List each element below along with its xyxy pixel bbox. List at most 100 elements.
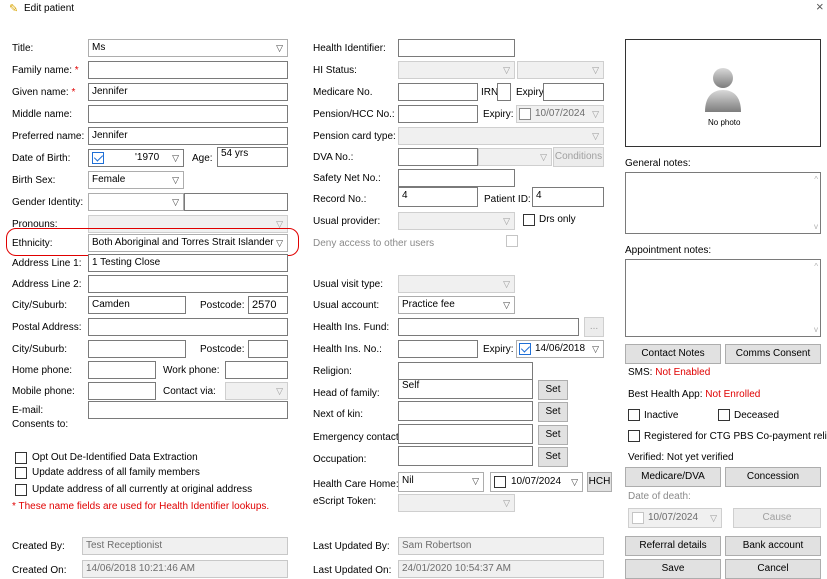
save-button[interactable]: Save: [625, 559, 721, 579]
ctg-checkbox[interactable]: [628, 430, 640, 442]
pension-expiry-checkbox[interactable]: [519, 108, 531, 120]
family-name-input[interactable]: [88, 61, 288, 79]
irn-input[interactable]: [497, 83, 511, 101]
drs-only-checkbox[interactable]: [523, 214, 535, 226]
city-input[interactable]: Camden: [88, 296, 186, 314]
health-care-home-date[interactable]: 10/07/2024 ▽: [490, 472, 583, 492]
emergency-contact-input[interactable]: [398, 424, 533, 444]
opt-out-checkbox[interactable]: [15, 452, 27, 464]
usual-account-select[interactable]: Practice fee ▽: [398, 296, 515, 314]
dva-input[interactable]: [398, 148, 478, 166]
emergency-contact-set-button[interactable]: Set: [538, 425, 568, 445]
referral-details-button[interactable]: Referral details: [625, 536, 721, 556]
comms-consent-button[interactable]: Comms Consent: [725, 344, 821, 364]
home-phone-input[interactable]: [88, 361, 156, 379]
hch-button[interactable]: HCH: [587, 472, 612, 492]
scroll-down-icon[interactable]: v: [814, 325, 818, 334]
close-icon[interactable]: ×: [816, 0, 824, 13]
postal-city-input[interactable]: [88, 340, 186, 358]
date-of-death-checkbox[interactable]: [632, 512, 644, 524]
head-of-family-input[interactable]: Self: [398, 379, 533, 399]
health-care-home-select[interactable]: Nil ▽: [398, 472, 484, 492]
chevron-down-icon: ▽: [472, 476, 479, 486]
pension-input[interactable]: [398, 105, 478, 123]
postal-address-input[interactable]: [88, 318, 288, 336]
scroll-up-icon[interactable]: ^: [814, 175, 818, 184]
dva-label: DVA No.:: [313, 152, 354, 163]
hi-status-secondary-select[interactable]: ▽: [517, 61, 604, 79]
deceased-checkbox[interactable]: [718, 409, 730, 421]
cancel-button[interactable]: Cancel: [725, 559, 821, 579]
health-fund-input[interactable]: [398, 318, 579, 336]
postcode-input[interactable]: 2570: [248, 296, 288, 314]
gender-identity-select[interactable]: ▽: [88, 193, 184, 211]
gender-identity-other-input[interactable]: [184, 193, 288, 211]
usual-visit-type-select[interactable]: ▽: [398, 275, 515, 293]
inactive-checkbox[interactable]: [628, 409, 640, 421]
patient-id-input[interactable]: 4: [532, 187, 604, 207]
update-all-checkbox[interactable]: [15, 484, 27, 496]
work-phone-input[interactable]: [225, 361, 288, 379]
religion-input[interactable]: [398, 362, 533, 380]
birth-sex-select[interactable]: Female ▽: [88, 171, 184, 189]
date-of-death-date[interactable]: 10/07/2024 ▽: [628, 508, 722, 528]
last-updated-on-label: Last Updated On:: [313, 565, 392, 576]
pension-card-type-select[interactable]: ▽: [398, 127, 604, 145]
patient-photo[interactable]: No photo: [625, 39, 821, 147]
appointment-notes-textarea[interactable]: ^ v: [625, 259, 821, 337]
record-no-input[interactable]: 4: [398, 187, 478, 207]
dob-input[interactable]: '1970 ▽: [88, 149, 184, 167]
health-care-home-date-checkbox[interactable]: [494, 476, 506, 488]
postal-postcode-label: Postcode:: [200, 344, 245, 355]
cause-button[interactable]: Cause: [733, 508, 821, 528]
general-notes-textarea[interactable]: ^ v: [625, 172, 821, 234]
scroll-up-icon[interactable]: ^: [814, 262, 818, 271]
birth-sex-label: Birth Sex:: [12, 175, 56, 186]
health-ins-no-input[interactable]: [398, 340, 478, 358]
update-family-checkbox[interactable]: [15, 467, 27, 479]
occupation-input[interactable]: [398, 446, 533, 466]
safety-net-input[interactable]: [398, 169, 515, 187]
email-input[interactable]: [88, 401, 288, 419]
gender-identity-label: Gender Identity:: [12, 197, 84, 208]
given-name-input[interactable]: Jennifer: [88, 83, 288, 101]
mobile-phone-input[interactable]: [88, 382, 156, 400]
pension-expiry-date[interactable]: 10/07/2024 ▽: [516, 105, 604, 123]
ethnicity-select[interactable]: Both Aboriginal and Torres Strait Island…: [88, 234, 288, 252]
appointment-notes-label: Appointment notes:: [625, 245, 712, 256]
chevron-down-icon: ▽: [571, 477, 578, 487]
address-line-2-input[interactable]: [88, 275, 288, 293]
medicare-dva-button[interactable]: Medicare/DVA: [625, 467, 721, 487]
usual-provider-select[interactable]: ▽: [398, 212, 515, 230]
deny-access-label: Deny access to other users: [313, 238, 435, 249]
deny-access-checkbox[interactable]: [506, 235, 518, 247]
middle-name-input[interactable]: [88, 105, 288, 123]
scroll-down-icon[interactable]: v: [814, 222, 818, 231]
occupation-set-button[interactable]: Set: [538, 447, 568, 467]
title-select[interactable]: Ms ▽: [88, 39, 288, 57]
next-of-kin-input[interactable]: [398, 401, 533, 421]
bank-account-button[interactable]: Bank account: [725, 536, 821, 556]
dob-checkbox[interactable]: [92, 152, 104, 164]
postal-postcode-input[interactable]: [248, 340, 288, 358]
head-of-family-set-button[interactable]: Set: [538, 380, 568, 400]
hi-status-select[interactable]: ▽: [398, 61, 515, 79]
contact-via-select[interactable]: ▽: [225, 382, 288, 400]
medicare-expiry-input[interactable]: [543, 83, 604, 101]
contact-notes-button[interactable]: Contact Notes: [625, 344, 721, 364]
next-of-kin-set-button[interactable]: Set: [538, 402, 568, 422]
opt-out-label: Opt Out De-Identified Data Extraction: [32, 452, 198, 463]
escript-token-select[interactable]: ▽: [398, 494, 515, 512]
conditions-button[interactable]: Conditions: [553, 147, 604, 167]
created-by-label: Created By:: [12, 541, 65, 552]
address-line-1-input[interactable]: 1 Testing Close: [88, 254, 288, 272]
concession-button[interactable]: Concession: [725, 467, 821, 487]
inactive-label: Inactive: [644, 410, 679, 421]
dva-type-select[interactable]: ▽: [478, 148, 552, 166]
ins-expiry-checkbox[interactable]: [519, 343, 531, 355]
preferred-name-input[interactable]: Jennifer: [88, 127, 288, 145]
health-identifier-input[interactable]: [398, 39, 515, 57]
ins-expiry-date[interactable]: 14/06/2018 ▽: [516, 340, 604, 358]
health-fund-browse-button[interactable]: ...: [584, 317, 604, 337]
medicare-input[interactable]: [398, 83, 478, 101]
